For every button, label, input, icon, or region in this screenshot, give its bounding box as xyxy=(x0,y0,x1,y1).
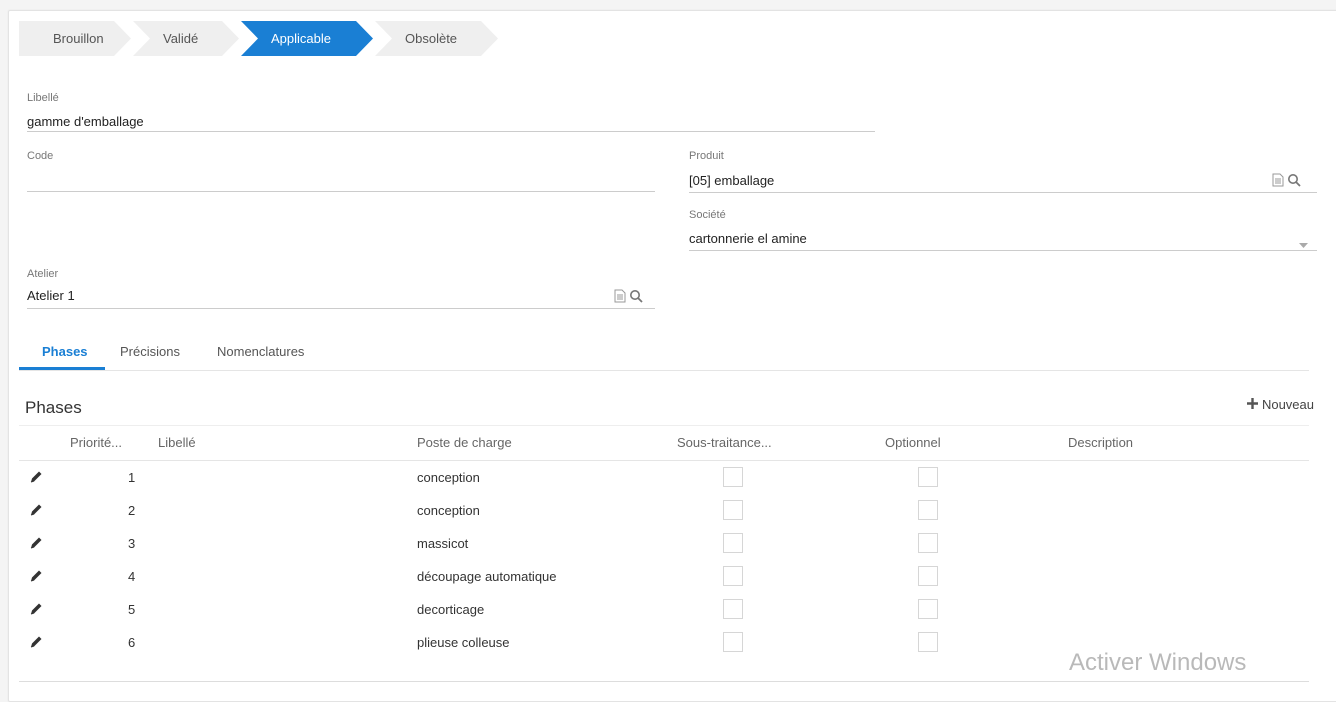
cell-priorite: 5 xyxy=(128,602,136,617)
column-header-priorite[interactable]: Priorité... xyxy=(70,435,122,450)
search-icon[interactable] xyxy=(629,289,643,303)
phases-title: Phases xyxy=(25,398,82,417)
cell-poste: decorticage xyxy=(417,602,485,617)
step-applicable[interactable]: Applicable xyxy=(241,21,373,56)
pencil-icon[interactable] xyxy=(29,569,43,586)
column-header-sous-traitance[interactable]: Sous-traitance... xyxy=(677,435,772,450)
column-header-libelle[interactable]: Libellé xyxy=(158,435,196,450)
cell-poste: massicot xyxy=(417,536,469,551)
libelle-input[interactable]: gamme d'emballage xyxy=(27,114,144,129)
atelier-actions xyxy=(614,289,643,303)
active-tab-indicator xyxy=(19,367,105,370)
code-input[interactable] xyxy=(27,172,655,190)
libelle-label: Libellé xyxy=(27,92,59,104)
step-obsolete[interactable]: Obsolète xyxy=(375,21,498,56)
libelle-underline xyxy=(27,131,875,132)
produit-label: Produit xyxy=(689,150,724,162)
cell-priorite: 4 xyxy=(128,569,136,584)
document-icon[interactable] xyxy=(1272,173,1284,187)
search-icon[interactable] xyxy=(1287,173,1301,187)
column-header-optionnel[interactable]: Optionnel xyxy=(885,435,941,450)
new-phase-label: Nouveau xyxy=(1261,397,1314,412)
cell-poste: conception xyxy=(417,503,480,518)
atelier-underline xyxy=(27,308,655,309)
pencil-icon[interactable] xyxy=(29,536,43,553)
cell-priorite: 1 xyxy=(128,470,136,485)
checkbox-sous-traitance[interactable] xyxy=(723,566,743,586)
cell-priorite: 6 xyxy=(128,635,136,650)
checkbox-optionnel[interactable] xyxy=(918,566,938,586)
atelier-label: Atelier xyxy=(27,268,59,280)
societe-select[interactable]: cartonnerie el amine xyxy=(689,231,807,246)
table-row[interactable]: 3 massicot xyxy=(19,527,1309,560)
checkbox-optionnel[interactable] xyxy=(918,500,938,520)
table-row[interactable]: 5 decorticage xyxy=(19,593,1309,626)
produit-actions xyxy=(1272,173,1301,187)
checkbox-optionnel[interactable] xyxy=(918,632,938,652)
column-header-description[interactable]: Description xyxy=(1068,435,1133,450)
step-brouillon[interactable]: Brouillon xyxy=(19,21,131,56)
checkbox-optionnel[interactable] xyxy=(918,599,938,619)
status-steps: Brouillon Validé Applicable Obsolète xyxy=(19,21,500,56)
pencil-icon[interactable] xyxy=(29,635,43,652)
chevron-down-icon[interactable] xyxy=(1299,236,1308,254)
tab-phases[interactable]: Phases xyxy=(42,344,88,359)
table-row[interactable]: 4 découpage automatique xyxy=(19,560,1309,593)
produit-input[interactable]: [05] emballage xyxy=(689,173,774,188)
plus-icon xyxy=(1246,397,1258,412)
checkbox-sous-traitance[interactable] xyxy=(723,467,743,487)
tab-bar: Phases Précisions Nomenclatures xyxy=(19,334,1309,371)
produit-underline xyxy=(689,192,1317,193)
checkbox-sous-traitance[interactable] xyxy=(723,533,743,553)
code-underline xyxy=(27,191,655,192)
table-row[interactable]: 2 conception xyxy=(19,494,1309,527)
new-phase-button[interactable]: Nouveau xyxy=(1246,397,1314,412)
tab-precisions[interactable]: Précisions xyxy=(120,344,180,359)
grid-body: 1 conception 2 conception 3 massicot 4 découpag… xyxy=(19,461,1309,659)
checkbox-sous-traitance[interactable] xyxy=(723,599,743,619)
pencil-icon[interactable] xyxy=(29,503,43,520)
document-icon[interactable] xyxy=(614,289,626,303)
cell-priorite: 2 xyxy=(128,503,136,518)
phases-grid: Priorité... Libellé Poste de charge Sous… xyxy=(19,425,1309,659)
checkbox-optionnel[interactable] xyxy=(918,533,938,553)
cell-poste: découpage automatique xyxy=(417,569,557,584)
grid-bottom-border xyxy=(19,681,1309,682)
pencil-icon[interactable] xyxy=(29,602,43,619)
windows-activation-watermark: Activer Windows xyxy=(1069,649,1247,676)
cell-poste: conception xyxy=(417,470,480,485)
societe-underline xyxy=(689,250,1317,251)
checkbox-sous-traitance[interactable] xyxy=(723,500,743,520)
checkbox-sous-traitance[interactable] xyxy=(723,632,743,652)
societe-label: Société xyxy=(689,209,726,221)
grid-header: Priorité... Libellé Poste de charge Sous… xyxy=(19,425,1309,461)
tab-nomenclatures[interactable]: Nomenclatures xyxy=(217,344,304,359)
checkbox-optionnel[interactable] xyxy=(918,467,938,487)
column-header-poste[interactable]: Poste de charge xyxy=(417,435,512,450)
table-row[interactable]: 1 conception xyxy=(19,461,1309,494)
atelier-input[interactable]: Atelier 1 xyxy=(27,288,75,303)
code-label: Code xyxy=(27,150,54,162)
cell-poste: plieuse colleuse xyxy=(417,635,510,650)
pencil-icon[interactable] xyxy=(29,470,43,487)
cell-priorite: 3 xyxy=(128,536,136,551)
step-valide[interactable]: Validé xyxy=(133,21,239,56)
